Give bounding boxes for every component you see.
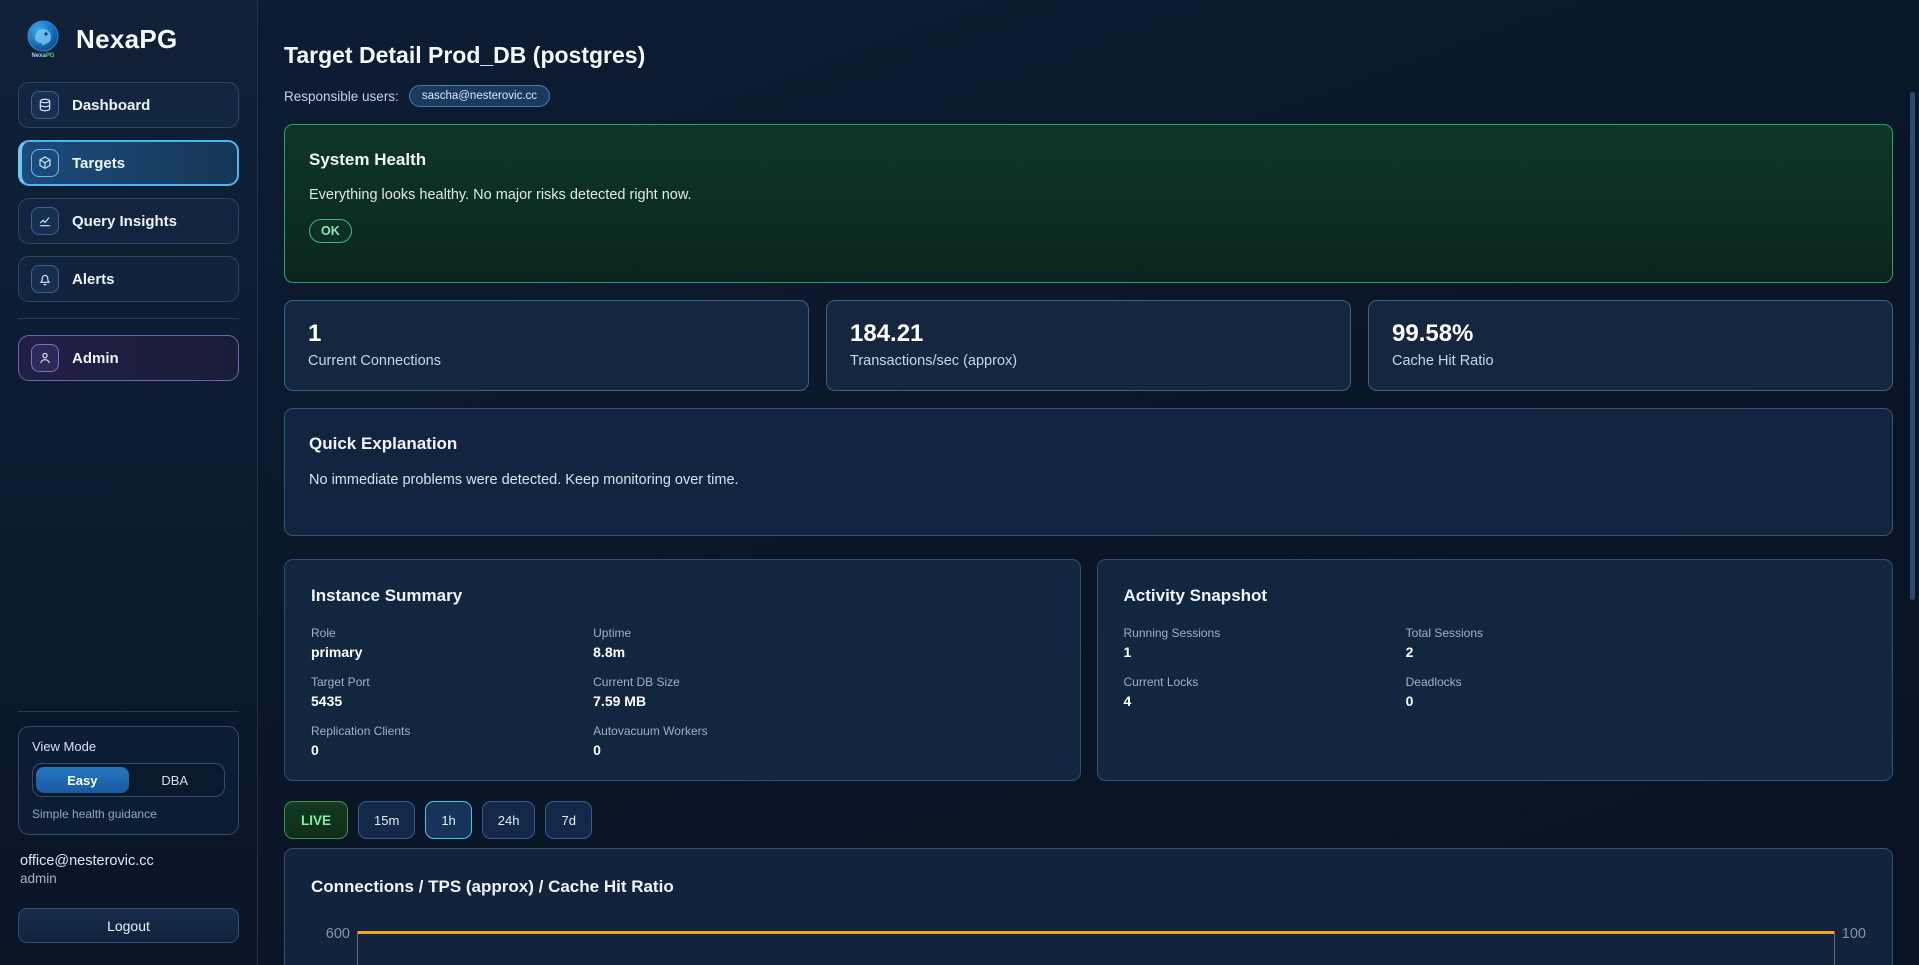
sidebar-item-label: Alerts [72,271,115,288]
field-current-locks: Current Locks 4 [1124,675,1406,709]
summary-row: Instance Summary Role primary Uptime 8.8… [284,559,1893,781]
user-email: office@nesterovic.cc [20,853,239,869]
chart-plot-area [357,931,1835,965]
system-health-title: System Health [309,150,1868,170]
view-mode-option-easy[interactable]: Easy [36,767,129,793]
page-title: Target Detail Prod_DB (postgres) [284,42,1893,69]
bell-icon [31,265,59,293]
system-health-message: Everything looks healthy. No major risks… [309,187,1868,203]
range-button-1h[interactable]: 1h [425,801,471,839]
time-range-bar: LIVE 15m 1h 24h 7d [284,801,1893,839]
activity-snapshot-card: Activity Snapshot Running Sessions 1 Tot… [1097,559,1894,781]
left-axis-top-tick: 600 [311,927,357,941]
activity-snapshot-title: Activity Snapshot [1124,586,1867,606]
sidebar-item-label: Admin [72,350,119,367]
metric-value: 1 [308,320,785,348]
sidebar-divider [18,318,239,319]
logo-row: NexaPG NexaPG [22,18,239,60]
quick-explanation-message: No immediate problems were detected. Kee… [309,472,1868,488]
metric-value: 184.21 [850,320,1327,348]
system-health-card: System Health Everything looks healthy. … [284,124,1893,283]
quick-explanation-card: Quick Explanation No immediate problems … [284,408,1893,536]
sidebar-item-label: Query Insights [72,213,177,230]
scrollbar-track [1910,0,1916,965]
metric-card-tps: 184.21 Transactions/sec (approx) [826,300,1351,391]
trend-chart-icon [31,207,59,235]
instance-summary-title: Instance Summary [311,586,1054,606]
cube-icon [31,149,59,177]
sidebar-item-targets[interactable]: Targets [18,140,239,186]
sidebar-item-query-insights[interactable]: Query Insights [18,198,239,244]
user-role: admin [20,871,239,886]
nexapg-logo-icon: NexaPG [22,18,64,60]
status-badge: OK [309,219,352,243]
metric-card-cache-hit: 99.58% Cache Hit Ratio [1368,300,1893,391]
field-db-size: Current DB Size 7.59 MB [593,675,1053,709]
metric-label: Cache Hit Ratio [1392,353,1869,369]
range-button-15m[interactable]: 15m [358,801,415,839]
responsible-user-chip: sascha@nesterovic.cc [409,85,550,107]
responsible-users-label: Responsible users: [284,89,399,104]
responsible-users-row: Responsible users: sascha@nesterovic.cc [284,85,1893,107]
logout-button[interactable]: Logout [18,908,239,943]
live-button[interactable]: LIVE [284,801,348,839]
sidebar: NexaPG NexaPG Dashboard Targets [0,0,258,965]
metric-value: 99.58% [1392,320,1869,348]
sidebar-divider [18,711,239,712]
main-content: Target Detail Prod_DB (postgres) Respons… [258,0,1919,965]
field-running-sessions: Running Sessions 1 [1124,626,1406,660]
database-icon [31,91,59,119]
metric-label: Transactions/sec (approx) [850,353,1327,369]
series-line-cache-hit [358,931,1834,934]
instance-summary-card: Instance Summary Role primary Uptime 8.8… [284,559,1081,781]
field-uptime: Uptime 8.8m [593,626,1053,660]
chart-card: Connections / TPS (approx) / Cache Hit R… [284,848,1893,965]
sidebar-item-admin[interactable]: Admin [18,335,239,381]
view-mode-title: View Mode [32,739,225,754]
quick-explanation-title: Quick Explanation [309,434,1868,454]
metric-label: Current Connections [308,353,785,369]
field-total-sessions: Total Sessions 2 [1406,626,1866,660]
range-button-24h[interactable]: 24h [482,801,536,839]
field-replication-clients: Replication Clients 0 [311,724,593,758]
view-mode-option-dba[interactable]: DBA [129,767,222,793]
field-role: Role primary [311,626,593,660]
svg-text:NexaPG: NexaPG [31,53,54,59]
field-autovacuum-workers: Autovacuum Workers 0 [593,724,1053,758]
app-name: NexaPG [76,24,178,55]
scrollbar-thumb[interactable] [1910,92,1915,600]
right-axis-top-tick: 100 [1835,927,1866,941]
sidebar-item-alerts[interactable]: Alerts [18,256,239,302]
sidebar-item-label: Dashboard [72,97,150,114]
field-target-port: Target Port 5435 [311,675,593,709]
sidebar-item-label: Targets [72,155,125,172]
metric-card-connections: 1 Current Connections [284,300,809,391]
metrics-row: 1 Current Connections 184.21 Transaction… [284,300,1893,391]
chart-plot-row: 600 100 [311,931,1866,965]
chart-title: Connections / TPS (approx) / Cache Hit R… [311,877,1866,897]
view-mode-card: View Mode Easy DBA Simple health guidanc… [18,726,239,835]
user-icon [31,344,59,372]
view-mode-toggle: Easy DBA [32,763,225,797]
sidebar-item-dashboard[interactable]: Dashboard [18,82,239,128]
range-button-7d[interactable]: 7d [545,801,591,839]
view-mode-caption: Simple health guidance [32,807,225,821]
field-deadlocks: Deadlocks 0 [1406,675,1866,709]
